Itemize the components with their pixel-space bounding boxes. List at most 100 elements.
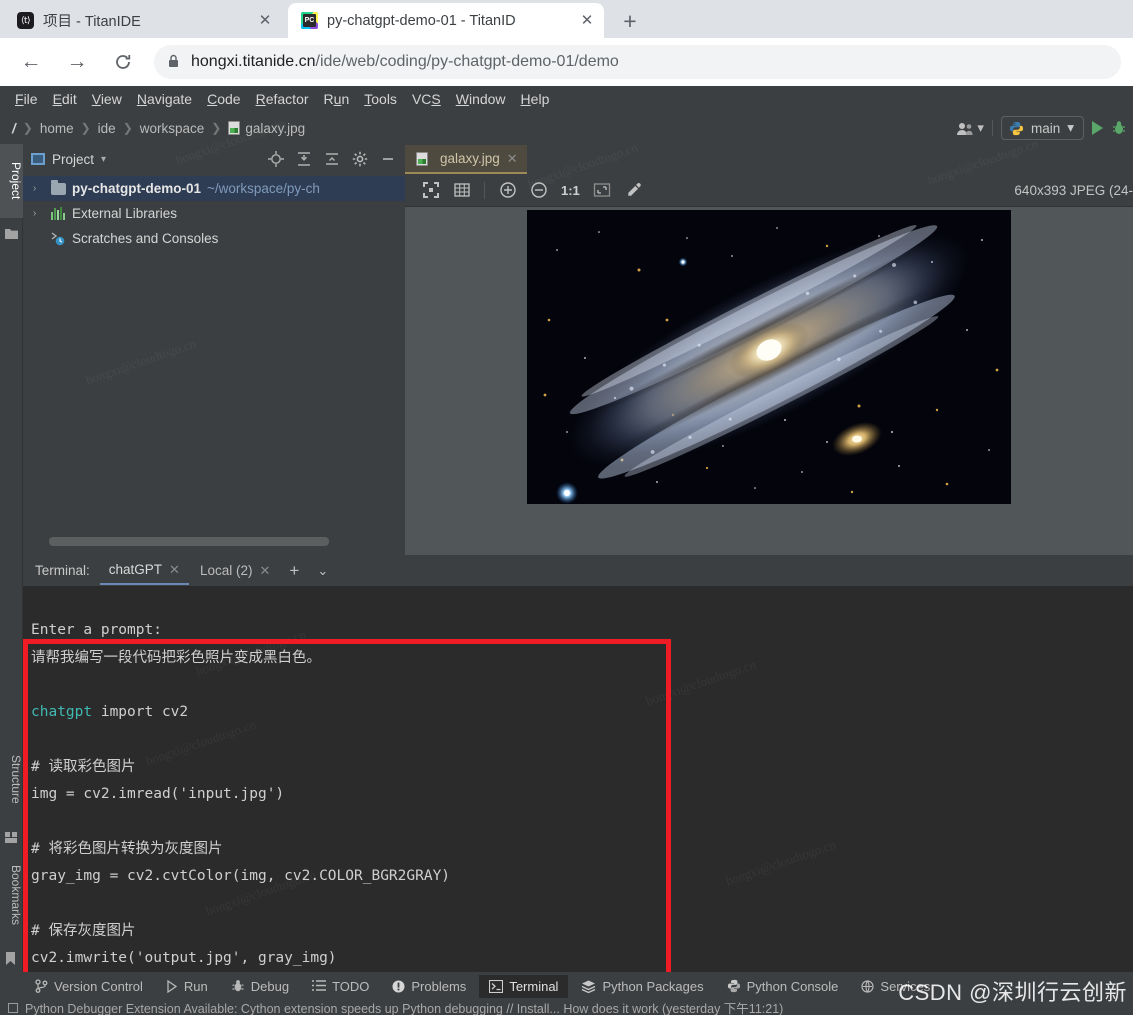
tree-row-external-libraries[interactable]: › External Libraries [23, 201, 405, 226]
project-panel-title-group[interactable]: Project ▾ [31, 152, 259, 167]
run-button[interactable] [1090, 120, 1105, 136]
chevron-down-icon[interactable]: ⌄ [309, 563, 336, 579]
close-icon[interactable]: ✕ [256, 12, 274, 30]
actual-size-label[interactable]: 1:1 [556, 183, 585, 198]
collapse-all-icon[interactable] [321, 148, 343, 170]
reload-icon[interactable] [104, 43, 142, 81]
terminal-tab-bar: Terminal: chatGPT ✕ Local (2) ✕ + ⌄ [23, 555, 1133, 586]
status-item-terminal[interactable]: Terminal [479, 974, 569, 998]
terminal-line: cv2.imwrite('output.jpg', gray_img) [31, 949, 337, 966]
tool-window-strip-left: Project Structure Bookmarks [0, 144, 23, 1015]
lock-icon [168, 54, 179, 71]
close-icon[interactable]: ✕ [507, 151, 518, 167]
sidebar-item-structure[interactable]: Structure [0, 736, 23, 822]
menu-code[interactable]: Code [200, 88, 247, 110]
status-item-version-control[interactable]: Version Control [25, 975, 153, 998]
breadcrumb-file-label: galaxy.jpg [245, 120, 306, 136]
folder-strip-icon[interactable] [5, 226, 18, 239]
project-panel-title: Project [52, 151, 95, 167]
sidebar-item-bookmarks-label: Bookmarks [9, 864, 23, 926]
status-item-python-packages[interactable]: Python Packages [571, 975, 713, 998]
menu-file[interactable]: File [8, 88, 45, 110]
menu-refactor[interactable]: Refactor [249, 88, 316, 110]
terminal-tab-chatgpt[interactable]: chatGPT ✕ [99, 556, 189, 585]
problems-icon [392, 980, 405, 992]
breadcrumb-item-home[interactable]: home [38, 121, 76, 136]
close-icon[interactable]: ✕ [169, 562, 180, 578]
new-tab-button[interactable]: + [612, 7, 648, 35]
status-item-debug[interactable]: Debug [221, 975, 299, 998]
status-item-terminal-label: Terminal [509, 978, 559, 994]
menu-vcs[interactable]: VCS [405, 88, 448, 110]
tree-row-project[interactable]: › py-chatgpt-demo-01 ~/workspace/py-ch [23, 176, 405, 201]
tree-row-scratches[interactable]: Scratches and Consoles [23, 226, 405, 251]
browser-tab-2[interactable]: PC py-chatgpt-demo-01 - TitanID ✕ [288, 3, 604, 38]
editor-tab-bar: galaxy.jpg ✕ [405, 144, 1133, 174]
checkbox-icon[interactable] [8, 1002, 18, 1013]
locate-icon[interactable] [265, 148, 287, 170]
status-item-todo[interactable]: TODO [302, 975, 379, 998]
url-host: hongxi.titanide.cn [191, 53, 316, 70]
project-horizontal-scrollbar[interactable] [49, 537, 405, 546]
grid-icon[interactable] [448, 178, 475, 203]
menu-edit[interactable]: Edit [46, 88, 84, 110]
status-item-problems[interactable]: Problems [382, 975, 476, 998]
services-icon [861, 979, 875, 993]
close-icon[interactable]: ✕ [578, 12, 596, 30]
editor-tab-label: galaxy.jpg [440, 151, 500, 166]
browser-tab-1-title: 项目 - TitanIDE [43, 14, 141, 30]
terminal-keyword: chatgpt [31, 704, 93, 721]
terminal-line: # 保存灰度图片 [31, 922, 136, 939]
address-bar[interactable]: hongxi.titanide.cn/ide/web/coding/py-cha… [154, 45, 1121, 79]
transparency-grid-icon[interactable] [417, 178, 444, 203]
chevron-down-icon[interactable]: ▾ [101, 154, 106, 165]
browser-tab-1[interactable]: ⟨t⟩ 项目 - TitanIDE ✕ [4, 3, 282, 38]
close-icon[interactable]: ✕ [259, 563, 270, 579]
chevron-right-icon[interactable]: › [33, 208, 45, 219]
fit-to-window-icon[interactable] [589, 178, 616, 203]
project-tool-window: Project ▾ › py-chatgpt-demo-01 ~/workspa… [23, 116, 405, 555]
menu-window[interactable]: Window [449, 88, 513, 110]
back-icon[interactable]: ← [12, 43, 50, 81]
terminal-output[interactable]: Enter a prompt: 请帮我编写一段代码把彩色照片变成黑白色。 cha… [23, 586, 1133, 1015]
terminal-line: img = cv2.imread('input.jpg') [31, 786, 285, 803]
forward-icon[interactable]: → [58, 43, 96, 81]
chevron-right-icon[interactable]: › [33, 183, 45, 194]
terminal-tab-local-label: Local (2) [199, 563, 253, 578]
menu-help[interactable]: Help [514, 88, 557, 110]
breadcrumb-item-file[interactable]: galaxy.jpg [226, 120, 307, 136]
zoom-out-icon[interactable] [525, 178, 552, 203]
image-info-label: 640x393 JPEG (24- [1014, 182, 1133, 198]
breadcrumb-root[interactable]: / [10, 121, 18, 136]
menu-tools[interactable]: Tools [357, 88, 404, 110]
run-configuration-selector[interactable]: main ▾ [1000, 116, 1084, 140]
account-button[interactable]: ▾ [956, 120, 984, 136]
status-item-python-console[interactable]: Python Console [717, 975, 849, 998]
color-picker-icon[interactable] [620, 178, 647, 203]
breadcrumb-separator: ❯ [80, 121, 91, 135]
breadcrumb-item-ide[interactable]: ide [96, 121, 118, 136]
status-item-run[interactable]: Run [156, 975, 218, 998]
breadcrumb-item-workspace[interactable]: workspace [138, 121, 207, 136]
terminal-line-rest: import cv2 [92, 704, 189, 721]
terminal-tab-local[interactable]: Local (2) ✕ [191, 556, 279, 585]
andromeda-galaxy-image [527, 210, 1011, 504]
expand-all-icon[interactable] [293, 148, 315, 170]
debug-button[interactable] [1111, 120, 1127, 136]
sidebar-item-bookmarks[interactable]: Bookmarks [0, 846, 23, 944]
zoom-in-icon[interactable] [494, 178, 521, 203]
bookmark-strip-icon[interactable] [5, 952, 18, 965]
menu-view[interactable]: View [85, 88, 129, 110]
project-icon [31, 153, 45, 165]
gear-icon[interactable] [349, 148, 371, 170]
structure-strip-icon[interactable] [5, 830, 18, 843]
menu-navigate[interactable]: Navigate [130, 88, 199, 110]
add-terminal-button[interactable]: + [281, 561, 307, 581]
terminal-line: # 将彩色图片转换为灰度图片 [31, 840, 223, 857]
hide-panel-icon[interactable] [377, 148, 399, 170]
sidebar-item-project[interactable]: Project [0, 144, 23, 218]
menu-run[interactable]: Run [317, 88, 357, 110]
editor-tab-galaxy[interactable]: galaxy.jpg ✕ [405, 145, 527, 174]
status-item-problems-label: Problems [411, 978, 467, 994]
folder-icon [51, 179, 66, 195]
